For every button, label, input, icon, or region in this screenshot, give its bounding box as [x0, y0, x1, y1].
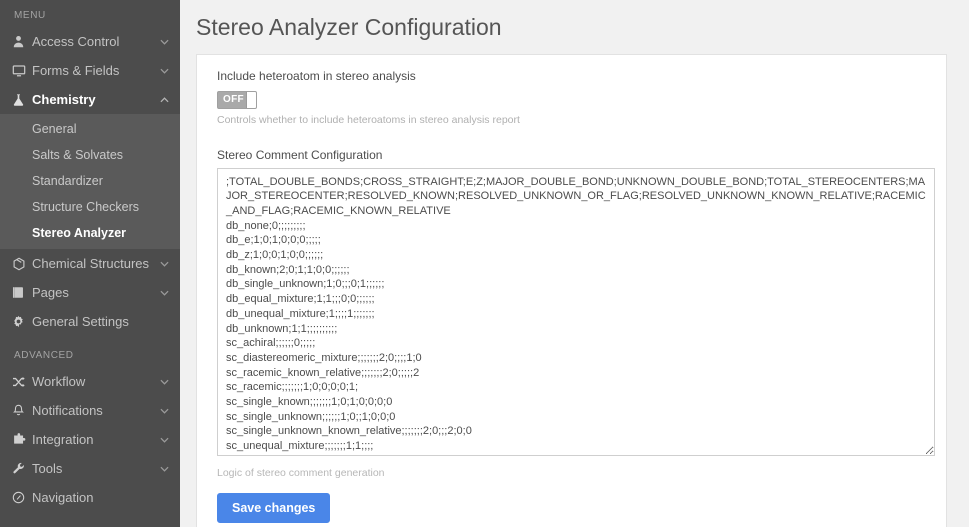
heteroatom-label: Include heteroatom in stereo analysis	[217, 69, 930, 83]
stereo-comment-help-text: Logic of stereo comment generation	[217, 467, 930, 479]
sidebar: MENU Access Control Forms & Fields Chem	[0, 0, 180, 527]
sidebar-item-tools[interactable]: Tools	[0, 454, 180, 483]
sidebar-item-label: Navigation	[32, 490, 158, 505]
sidebar-item-label: Tools	[32, 461, 158, 476]
stereo-comment-textarea-wrapper	[217, 168, 930, 461]
sidebar-item-label: Notifications	[32, 403, 158, 418]
sidebar-item-label: Chemical Structures	[32, 256, 158, 271]
sidebar-item-label: Forms & Fields	[32, 63, 158, 78]
app-root: MENU Access Control Forms & Fields Chem	[0, 0, 969, 527]
sidebar-advanced-caption: ADVANCED	[0, 336, 180, 367]
sidebar-subitem-standardizer[interactable]: Standardizer	[0, 168, 180, 194]
heteroatom-toggle[interactable]: OFF	[217, 91, 257, 109]
sidebar-item-integration[interactable]: Integration	[0, 425, 180, 454]
toggle-state-label: OFF	[218, 94, 244, 105]
chevron-down-icon[interactable]	[158, 437, 170, 443]
sidebar-subitem-salts-solvates[interactable]: Salts & Solvates	[0, 142, 180, 168]
hexagon-icon	[12, 257, 32, 271]
monitor-icon	[12, 64, 32, 77]
sidebar-item-forms-fields[interactable]: Forms & Fields	[0, 56, 180, 85]
user-icon	[12, 35, 32, 48]
sidebar-subitem-structure-checkers[interactable]: Structure Checkers	[0, 194, 180, 220]
toggle-knob	[246, 92, 256, 108]
stereo-comment-label: Stereo Comment Configuration	[217, 148, 930, 162]
sidebar-item-label: Workflow	[32, 374, 158, 389]
compass-icon	[12, 491, 32, 504]
wrench-icon	[12, 462, 32, 475]
sidebar-menu-caption: MENU	[0, 0, 180, 27]
heteroatom-help-text: Controls whether to include heteroatoms …	[217, 114, 930, 126]
sidebar-item-workflow[interactable]: Workflow	[0, 367, 180, 396]
chevron-down-icon[interactable]	[158, 39, 170, 45]
content-area: Stereo Analyzer Configuration Include he…	[180, 0, 969, 527]
sidebar-subitem-stereo-analyzer[interactable]: Stereo Analyzer	[0, 220, 180, 246]
page-title: Stereo Analyzer Configuration	[180, 0, 969, 41]
save-changes-button[interactable]: Save changes	[217, 493, 330, 523]
sidebar-item-chemistry[interactable]: Chemistry	[0, 85, 180, 114]
sidebar-item-label: General Settings	[32, 314, 158, 329]
chevron-down-icon[interactable]	[158, 290, 170, 296]
shuffle-icon	[12, 376, 32, 388]
sidebar-item-label: Integration	[32, 432, 158, 447]
sidebar-item-access-control[interactable]: Access Control	[0, 27, 180, 56]
chevron-up-icon[interactable]	[158, 97, 170, 103]
sidebar-subitem-general[interactable]: General	[0, 116, 180, 142]
sidebar-item-notifications[interactable]: Notifications	[0, 396, 180, 425]
chemistry-submenu: General Salts & Solvates Standardizer St…	[0, 114, 180, 249]
settings-panel: Include heteroatom in stereo analysis OF…	[196, 54, 947, 527]
gear-icon	[12, 315, 32, 328]
sidebar-item-label: Pages	[32, 285, 158, 300]
chevron-down-icon[interactable]	[158, 68, 170, 74]
sidebar-item-pages[interactable]: Pages	[0, 278, 180, 307]
chevron-down-icon[interactable]	[158, 466, 170, 472]
puzzle-icon	[12, 433, 32, 446]
sidebar-item-label: Access Control	[32, 34, 158, 49]
chevron-down-icon[interactable]	[158, 379, 170, 385]
sidebar-item-chemical-structures[interactable]: Chemical Structures	[0, 249, 180, 278]
sidebar-item-navigation[interactable]: Navigation	[0, 483, 180, 512]
book-icon	[12, 286, 32, 299]
flask-icon	[12, 93, 32, 107]
sidebar-item-general-settings[interactable]: General Settings	[0, 307, 180, 336]
bell-icon	[12, 404, 32, 417]
chevron-down-icon[interactable]	[158, 261, 170, 267]
stereo-comment-textarea[interactable]	[217, 168, 935, 456]
sidebar-item-label: Chemistry	[32, 92, 158, 107]
chevron-down-icon[interactable]	[158, 408, 170, 414]
